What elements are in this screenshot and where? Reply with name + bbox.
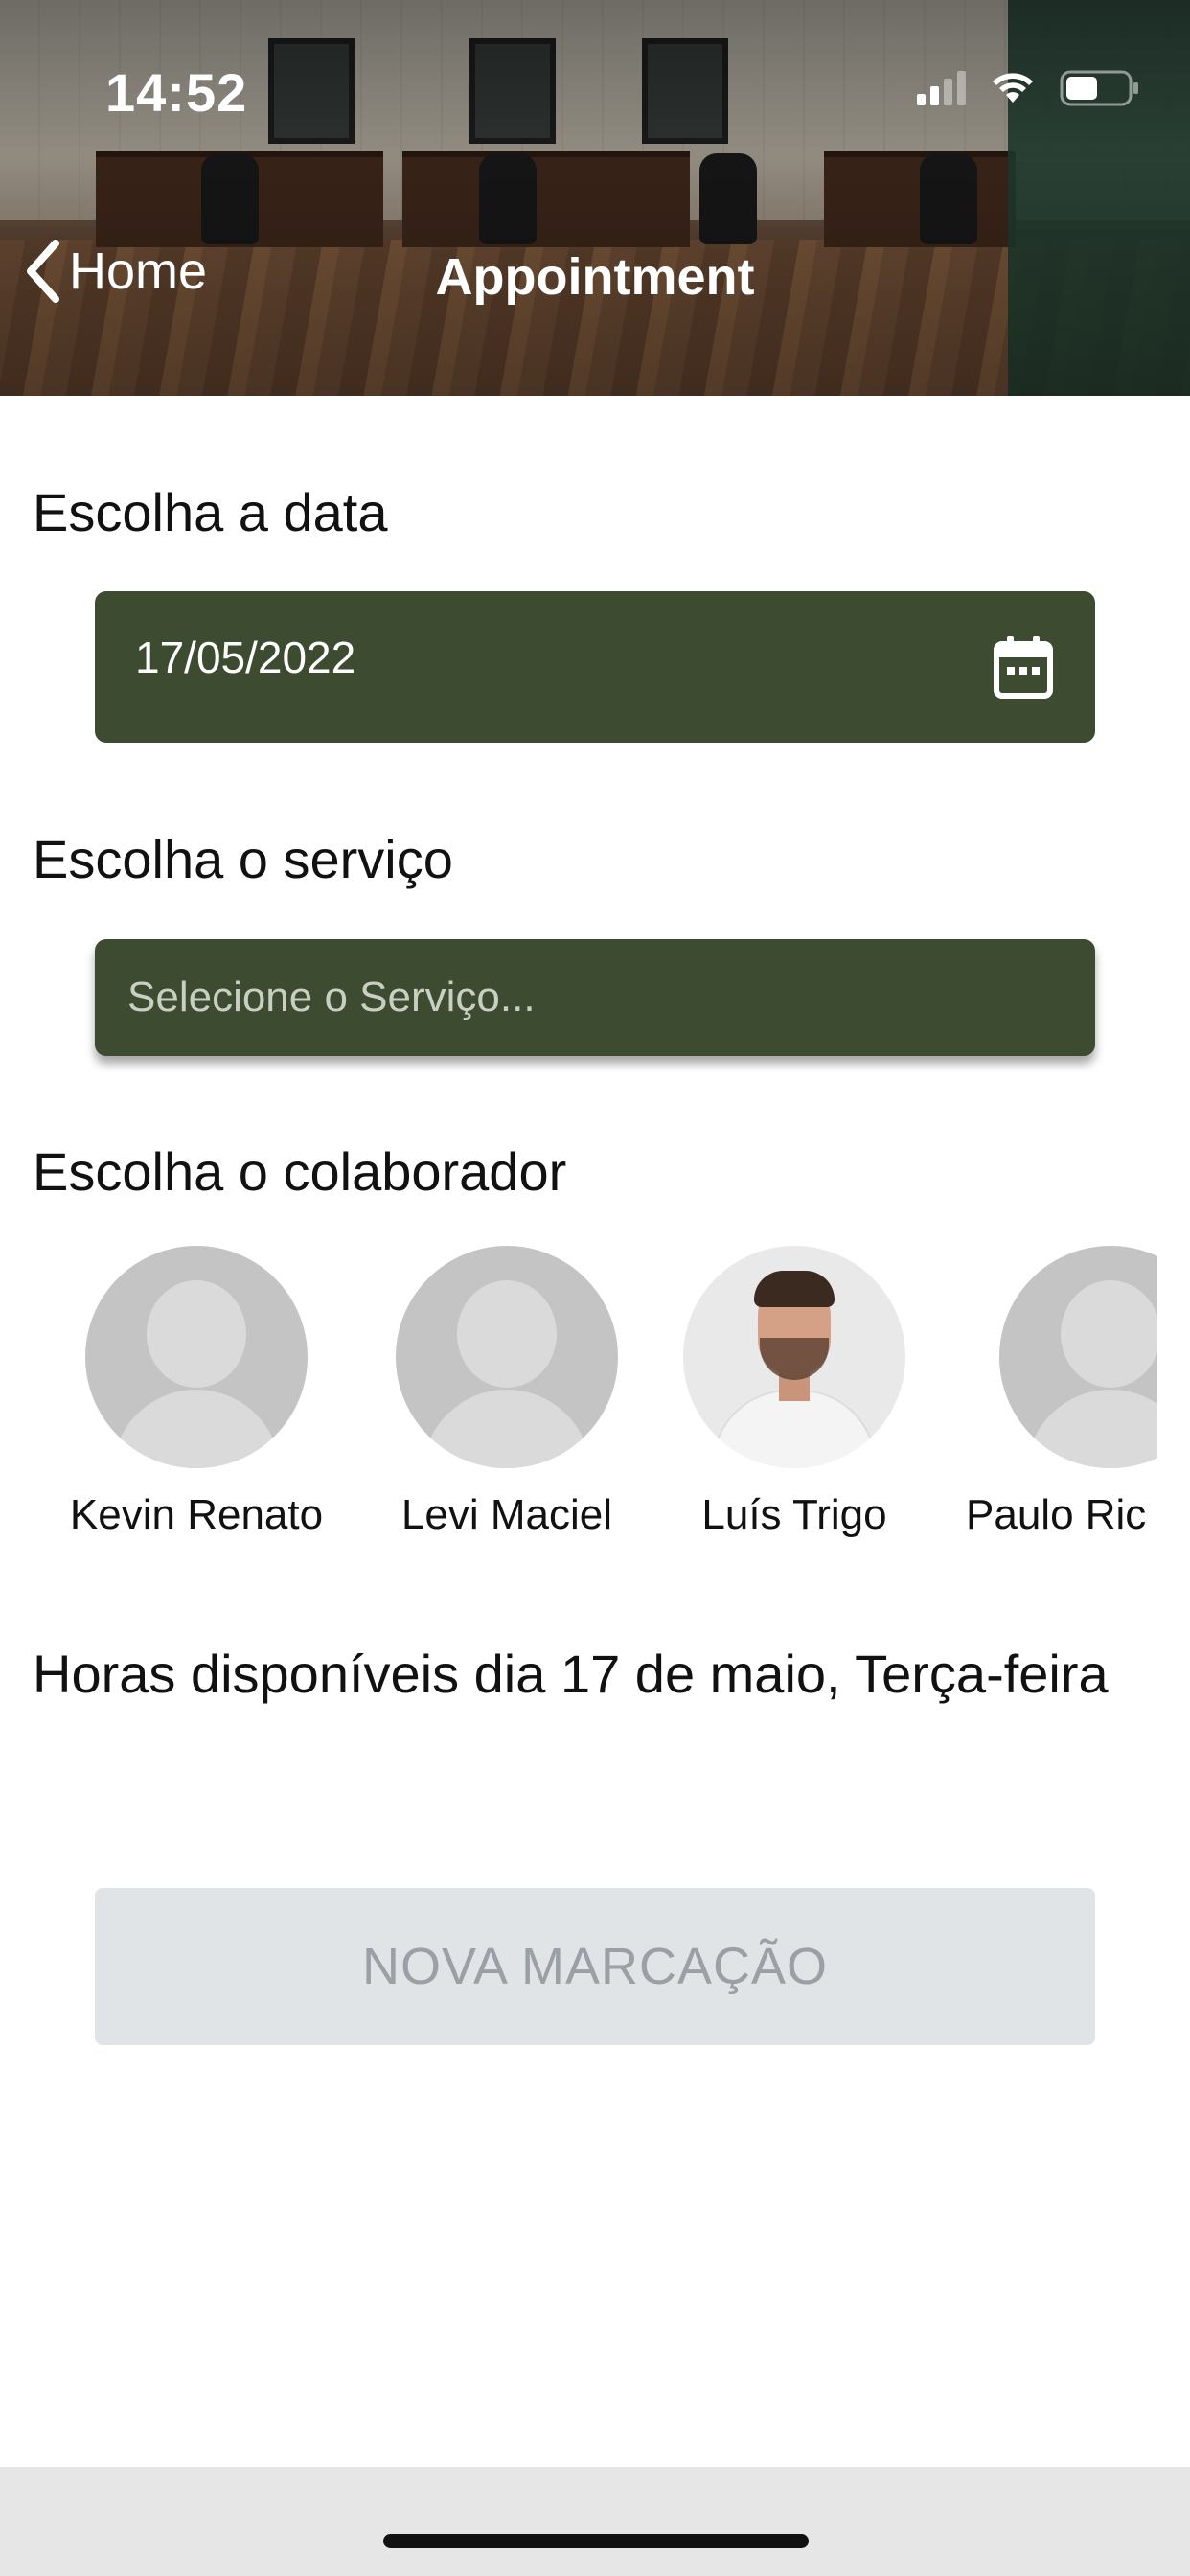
- collaborator-name: Kevin Renato: [69, 1491, 324, 1538]
- available-hours-title: Horas disponíveis dia 17 de maio, Terça-…: [33, 1644, 1109, 1704]
- date-section-label: Escolha a data: [33, 482, 388, 542]
- date-value: 17/05/2022: [135, 632, 356, 682]
- collaborator-section-label: Escolha o colaborador: [33, 1141, 567, 1202]
- status-icons: [917, 69, 1140, 107]
- home-indicator[interactable]: [383, 2534, 809, 2548]
- avatar-photo: [683, 1246, 905, 1468]
- status-time: 14:52: [105, 62, 248, 123]
- new-appointment-button[interactable]: NOVA MARCAÇÃO: [95, 1888, 1095, 2045]
- date-picker-field[interactable]: 17/05/2022: [95, 591, 1095, 743]
- calendar-icon[interactable]: [994, 634, 1053, 700]
- collaborator-name: Luís Trigo: [701, 1491, 887, 1538]
- collaborator-carousel[interactable]: Kevin Renato Levi Maciel Luís Trigo Paul…: [0, 1246, 1157, 1543]
- collaborator-name: Paulo Ric: [966, 1491, 1147, 1538]
- collaborator-item[interactable]: Kevin Renato: [53, 1246, 340, 1539]
- collaborator-name: Levi Maciel: [400, 1491, 613, 1538]
- avatar-placeholder: [999, 1246, 1157, 1468]
- banner-shade: [0, 0, 1190, 396]
- collaborator-item[interactable]: Paulo Ric: [966, 1246, 1157, 1539]
- service-placeholder: Selecione o Serviço...: [127, 974, 536, 1021]
- page-title: Appointment: [435, 248, 755, 306]
- collaborator-item[interactable]: Levi Maciel: [363, 1246, 651, 1539]
- bottom-bar: [0, 2467, 1190, 2576]
- service-select[interactable]: Selecione o Serviço...: [95, 939, 1095, 1056]
- header-banner: 14:52 Home Appointment: [0, 0, 1190, 396]
- avatar-placeholder: [85, 1246, 308, 1468]
- service-section-label: Escolha o serviço: [33, 829, 453, 889]
- collaborator-item[interactable]: Luís Trigo: [651, 1246, 938, 1539]
- signal-icon: [917, 71, 966, 105]
- wifi-icon: [991, 72, 1035, 104]
- avatar-placeholder: [396, 1246, 618, 1468]
- battery-icon: [1060, 69, 1140, 107]
